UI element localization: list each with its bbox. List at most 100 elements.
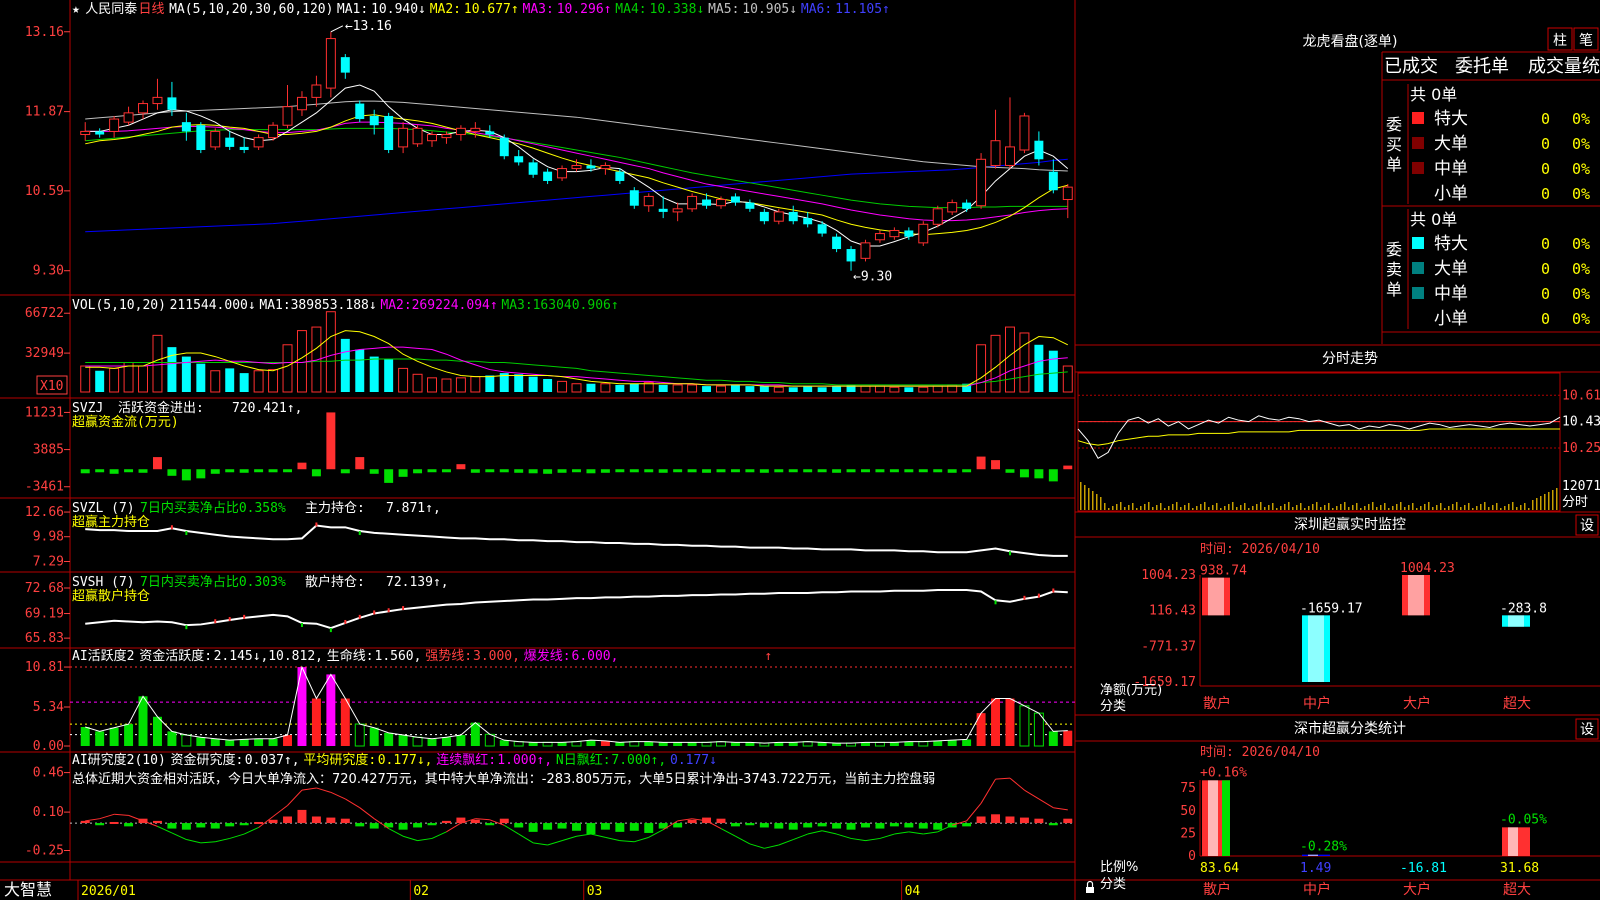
svsh-tick-mark [228, 617, 231, 622]
sc-ytick: 75 [1180, 781, 1196, 796]
high-label: ←13.16 [345, 19, 392, 34]
sc-bar-highlight [1508, 827, 1518, 856]
tab-2[interactable]: 成交量统计 [1528, 56, 1600, 77]
buy-side-label: 单 [1386, 155, 1402, 174]
fs-vol-bar [1148, 502, 1150, 510]
candle-down [1034, 140, 1044, 160]
ai2-bar [413, 823, 423, 828]
candle-down [167, 97, 177, 110]
fs-vol-bar [1356, 503, 1358, 510]
fs-vol-bar [1176, 502, 1178, 510]
fs-vol-bar [1128, 505, 1130, 510]
svzj-bar-neg [933, 469, 943, 473]
candle-down [485, 131, 495, 135]
vol-unit-label: X10 [40, 379, 63, 394]
lock-icon-shackle [1086, 880, 1094, 887]
vol-ytick: 32949 [25, 346, 64, 361]
ai1-bar [297, 667, 307, 746]
svzl-tick-mark [170, 525, 173, 530]
svzj-bar-neg [485, 469, 495, 473]
ai2-bar [441, 820, 451, 824]
svzj-bar-neg [644, 469, 654, 473]
candle-up [1019, 115, 1030, 151]
fs-vol-bar [1168, 506, 1170, 510]
svzl-tick-mark [315, 522, 318, 527]
vol-bar-down [355, 349, 365, 392]
kline-ytick: 10.59 [25, 184, 64, 199]
fs-vol-bar [1544, 494, 1546, 510]
candle-up [441, 134, 452, 139]
fs-avg-line [1077, 428, 1560, 446]
ai2-line-segment [272, 805, 288, 817]
svzj-bar-neg [673, 469, 683, 473]
ai1-bar [109, 727, 119, 746]
tab-1[interactable]: 委托单 [1455, 56, 1509, 77]
ai1-bar [210, 738, 220, 746]
ai2-line-segment [894, 831, 909, 835]
vol-bar-up [889, 386, 900, 393]
svzj-bar-neg [398, 469, 408, 477]
ai1-bar [152, 716, 162, 746]
market-chart-canvas[interactable]: 13.16 11.87 10.59 9.30 ←13.16 ←9.30 ★ 人民同泰 日线 MA(… [0, 0, 1600, 900]
candle-down [181, 122, 191, 132]
svzl-holding-label: 主力持仓: [305, 501, 365, 516]
vol-bar-down [586, 383, 596, 392]
fs-vol-bar [1552, 490, 1554, 510]
fs-vol-bar [1316, 502, 1318, 510]
svzj-bar-neg [803, 469, 813, 473]
fs-vol-bar [1536, 498, 1538, 510]
candle-up [325, 38, 336, 89]
ai1-bar-hollow [701, 741, 712, 747]
vol-bar-down [95, 370, 105, 392]
ai2-bar [499, 818, 509, 824]
ai2-bar [355, 823, 365, 827]
vol-label: VOL(5,10,20) [72, 298, 166, 313]
vol-bar-down [832, 386, 842, 392]
fs-vol-bar [1304, 508, 1306, 510]
svzj-bar-neg [629, 469, 639, 473]
ai1-ytick: 0.00 [33, 739, 64, 754]
candle-down [817, 224, 827, 234]
svzl-text: 7日内买卖净占比0.358% [140, 500, 286, 516]
xaxis-label: 02 [413, 884, 429, 899]
sz-ytick: 116.43 [1149, 604, 1196, 619]
ai1-bar [499, 740, 509, 746]
svsh-tick-mark [373, 610, 376, 615]
ai1-bar [340, 698, 350, 746]
fs-vol-bar [1276, 508, 1278, 510]
tab-0[interactable]: 已成交 [1384, 56, 1438, 77]
svsh-ytick: 72.68 [25, 581, 64, 596]
ai2-line-segment [865, 837, 881, 842]
fs-vol-bar [1448, 506, 1450, 510]
ai2-bar [398, 823, 408, 830]
ai2-line-segment [923, 831, 938, 835]
sc-bar-change: +0.16% [1200, 765, 1247, 780]
svzj-bar-pos [355, 457, 365, 470]
fs-vol-bar [1256, 504, 1258, 510]
fs-vol-bar [1392, 506, 1394, 510]
candle-up [600, 164, 611, 170]
sell-row-name: 中单 [1434, 284, 1468, 304]
ai1-bar [326, 674, 336, 746]
fs-vol-bar [1496, 503, 1498, 510]
ai1-bar [239, 739, 249, 746]
ai1-bar-hollow [354, 723, 365, 747]
svzl-tick-mark [185, 531, 188, 536]
sell-row-value: 0 [1541, 235, 1550, 253]
ai2-bar [95, 823, 105, 826]
candle-up [412, 127, 423, 145]
ai1-bar [311, 698, 321, 746]
ma-name: MA6: [801, 2, 832, 17]
ai2-ytick: -0.25 [25, 844, 64, 859]
fs-vol-bar [1388, 508, 1390, 510]
sell-row-name: 小单 [1434, 309, 1468, 329]
fs-vol-bar [1436, 505, 1438, 510]
ai2-bar [80, 820, 90, 824]
fs-vol-bar [1224, 506, 1226, 510]
candle-up [773, 211, 784, 222]
svzj-bar-pos [152, 457, 162, 470]
life-label: 生命线: [327, 648, 374, 664]
fs-vol-bar [1296, 505, 1298, 510]
ai2-bar [369, 823, 379, 829]
fs-vol-bar [1220, 508, 1222, 510]
